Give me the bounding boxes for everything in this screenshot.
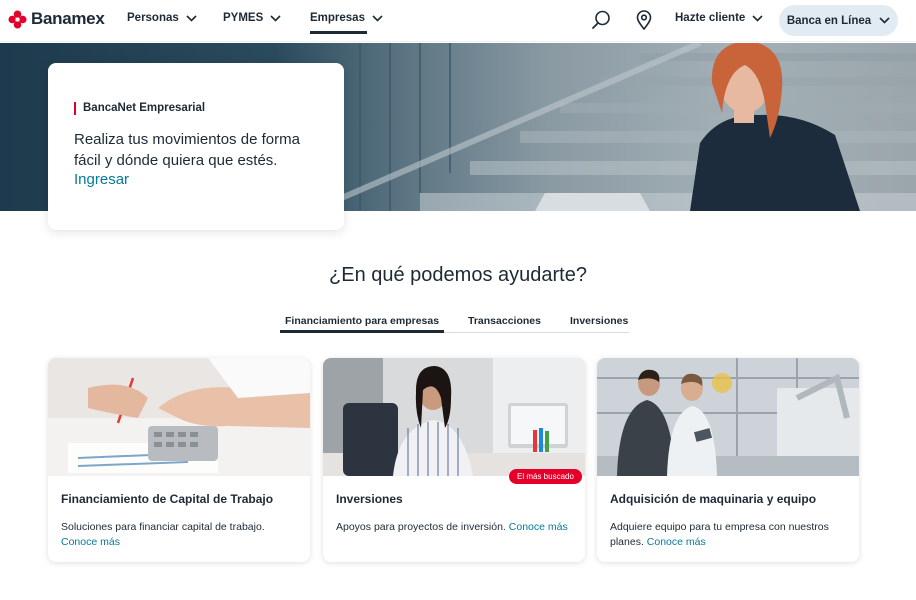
chevron-down-icon bbox=[270, 14, 281, 22]
card-description: Adquiere equipo para tu empresa con nues… bbox=[610, 520, 850, 550]
card-photo-men-in-factory bbox=[597, 358, 859, 476]
conoce-mas-link[interactable]: Conoce más bbox=[61, 536, 120, 548]
chevron-down-icon bbox=[752, 14, 763, 22]
card-description-text: Adquiere equipo para tu empresa con nues… bbox=[610, 521, 829, 548]
hazte-cliente-menu[interactable]: Hazte cliente bbox=[675, 12, 763, 24]
conoce-mas-link[interactable]: Conoce más bbox=[509, 521, 568, 533]
banca-en-linea-label: Banca en Línea bbox=[786, 14, 872, 27]
category-tabs: Financiamiento para empresas Transaccion… bbox=[279, 314, 629, 333]
chevron-down-icon bbox=[372, 14, 383, 22]
tab-inversiones[interactable]: Inversiones bbox=[570, 315, 628, 327]
hazte-cliente-label: Hazte cliente bbox=[675, 12, 746, 24]
banamex-logo[interactable]: Banamex bbox=[8, 9, 105, 29]
brand-name: Banamex bbox=[31, 9, 105, 28]
card-photo-calculator bbox=[48, 358, 310, 476]
card-title: Inversiones bbox=[336, 492, 403, 506]
banamex-flower-icon bbox=[8, 9, 27, 29]
card-title: Financiamiento de Capital de Trabajo bbox=[61, 492, 274, 506]
product-card[interactable]: Financiamiento de Capital de Trabajo Sol… bbox=[48, 358, 310, 562]
banca-en-linea-button[interactable]: Banca en Línea bbox=[779, 5, 898, 36]
chevron-down-icon bbox=[186, 14, 197, 22]
search-icon[interactable] bbox=[590, 9, 612, 31]
chevron-down-icon bbox=[879, 17, 890, 24]
nav-item-label: Empresas bbox=[310, 12, 365, 24]
card-title: Adquisición de maquinaria y equipo bbox=[610, 492, 817, 506]
most-searched-badge: El más buscado bbox=[509, 469, 582, 484]
nav-item-pymes[interactable]: PYMES bbox=[223, 12, 281, 24]
tab-transacciones[interactable]: Transacciones bbox=[468, 315, 541, 327]
product-card[interactable]: Adquisición de maquinaria y equipo Adqui… bbox=[597, 358, 859, 562]
location-pin-icon[interactable] bbox=[633, 9, 655, 31]
tab-financiamiento[interactable]: Financiamiento para empresas bbox=[279, 315, 445, 333]
nav-item-label: PYMES bbox=[223, 12, 264, 24]
product-card[interactable]: El más buscado Inversiones Apoyos para p… bbox=[323, 358, 585, 562]
card-description: Apoyos para proyectos de inversión. Cono… bbox=[336, 520, 576, 535]
card-description-text: Soluciones para financiar capital de tra… bbox=[61, 521, 265, 533]
conoce-mas-link[interactable]: Conoce más bbox=[647, 536, 706, 548]
bancanet-promo-card: BancaNet Empresarial Realiza tus movimie… bbox=[48, 63, 344, 230]
ingresar-link[interactable]: Ingresar bbox=[74, 171, 129, 188]
card-description-text: Apoyos para proyectos de inversión. bbox=[336, 521, 506, 533]
card-photo-woman-at-desk bbox=[323, 358, 585, 476]
promo-kicker: BancaNet Empresarial bbox=[74, 102, 205, 115]
promo-text: Realiza tus movimientos de forma fácil y… bbox=[74, 131, 300, 169]
nav-item-personas[interactable]: Personas bbox=[127, 12, 197, 24]
nav-item-empresas[interactable]: Empresas bbox=[310, 12, 383, 34]
section-title: ¿En qué podemos ayudarte? bbox=[329, 264, 587, 286]
nav-item-label: Personas bbox=[127, 12, 179, 24]
top-navigation-bar: Banamex Personas PYMES Empresas Hazte cl… bbox=[0, 0, 916, 42]
card-description: Soluciones para financiar capital de tra… bbox=[61, 520, 301, 550]
